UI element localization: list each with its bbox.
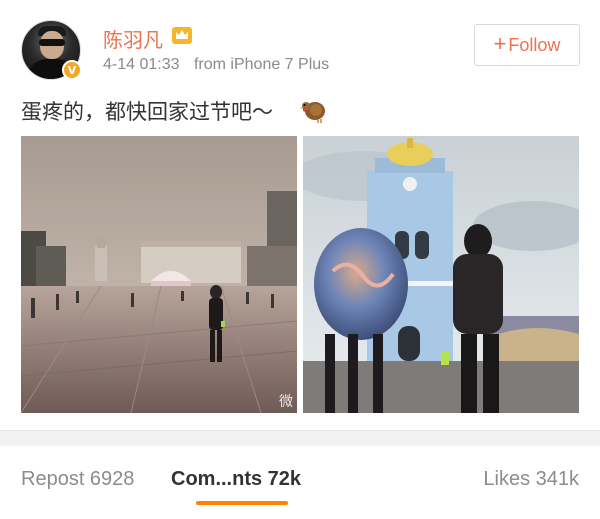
- active-tab-indicator: [196, 501, 288, 505]
- follow-button[interactable]: + Follow: [474, 24, 580, 66]
- tab-comments[interactable]: Com...nts 72k: [171, 468, 301, 491]
- post-photo-tower[interactable]: [303, 136, 579, 413]
- post-action-tabs: Repost 6928 Com...nts 72k Likes 341k: [0, 446, 600, 519]
- post-source: from iPhone 7 Plus: [193, 56, 330, 73]
- plus-icon: +: [493, 31, 507, 56]
- post-meta: 4-14 01:33 from iPhone 7 Plus: [103, 56, 329, 74]
- crown-icon: [172, 27, 192, 44]
- turkey-emoji-icon: [300, 102, 325, 123]
- post-text: 蛋疼的，都快回家过节吧～: [21, 100, 273, 124]
- tower-photo-image: [303, 136, 579, 413]
- tab-likes[interactable]: Likes 341k: [483, 468, 579, 491]
- square-photo-image: [21, 136, 297, 413]
- follow-button-label: Follow: [508, 34, 561, 55]
- verified-badge-icon: V: [62, 60, 82, 80]
- weibo-watermark-icon: 微: [279, 394, 293, 410]
- weibo-post-card: V 陈羽凡 4-14 01:33 from iPhone 7 Plus + Fo…: [0, 0, 600, 430]
- post-timestamp: 4-14 01:33: [103, 56, 180, 73]
- username[interactable]: 陈羽凡: [103, 24, 163, 53]
- tab-repost[interactable]: Repost 6928: [21, 468, 134, 491]
- post-photo-square[interactable]: 微: [21, 136, 297, 413]
- section-separator: [0, 430, 600, 446]
